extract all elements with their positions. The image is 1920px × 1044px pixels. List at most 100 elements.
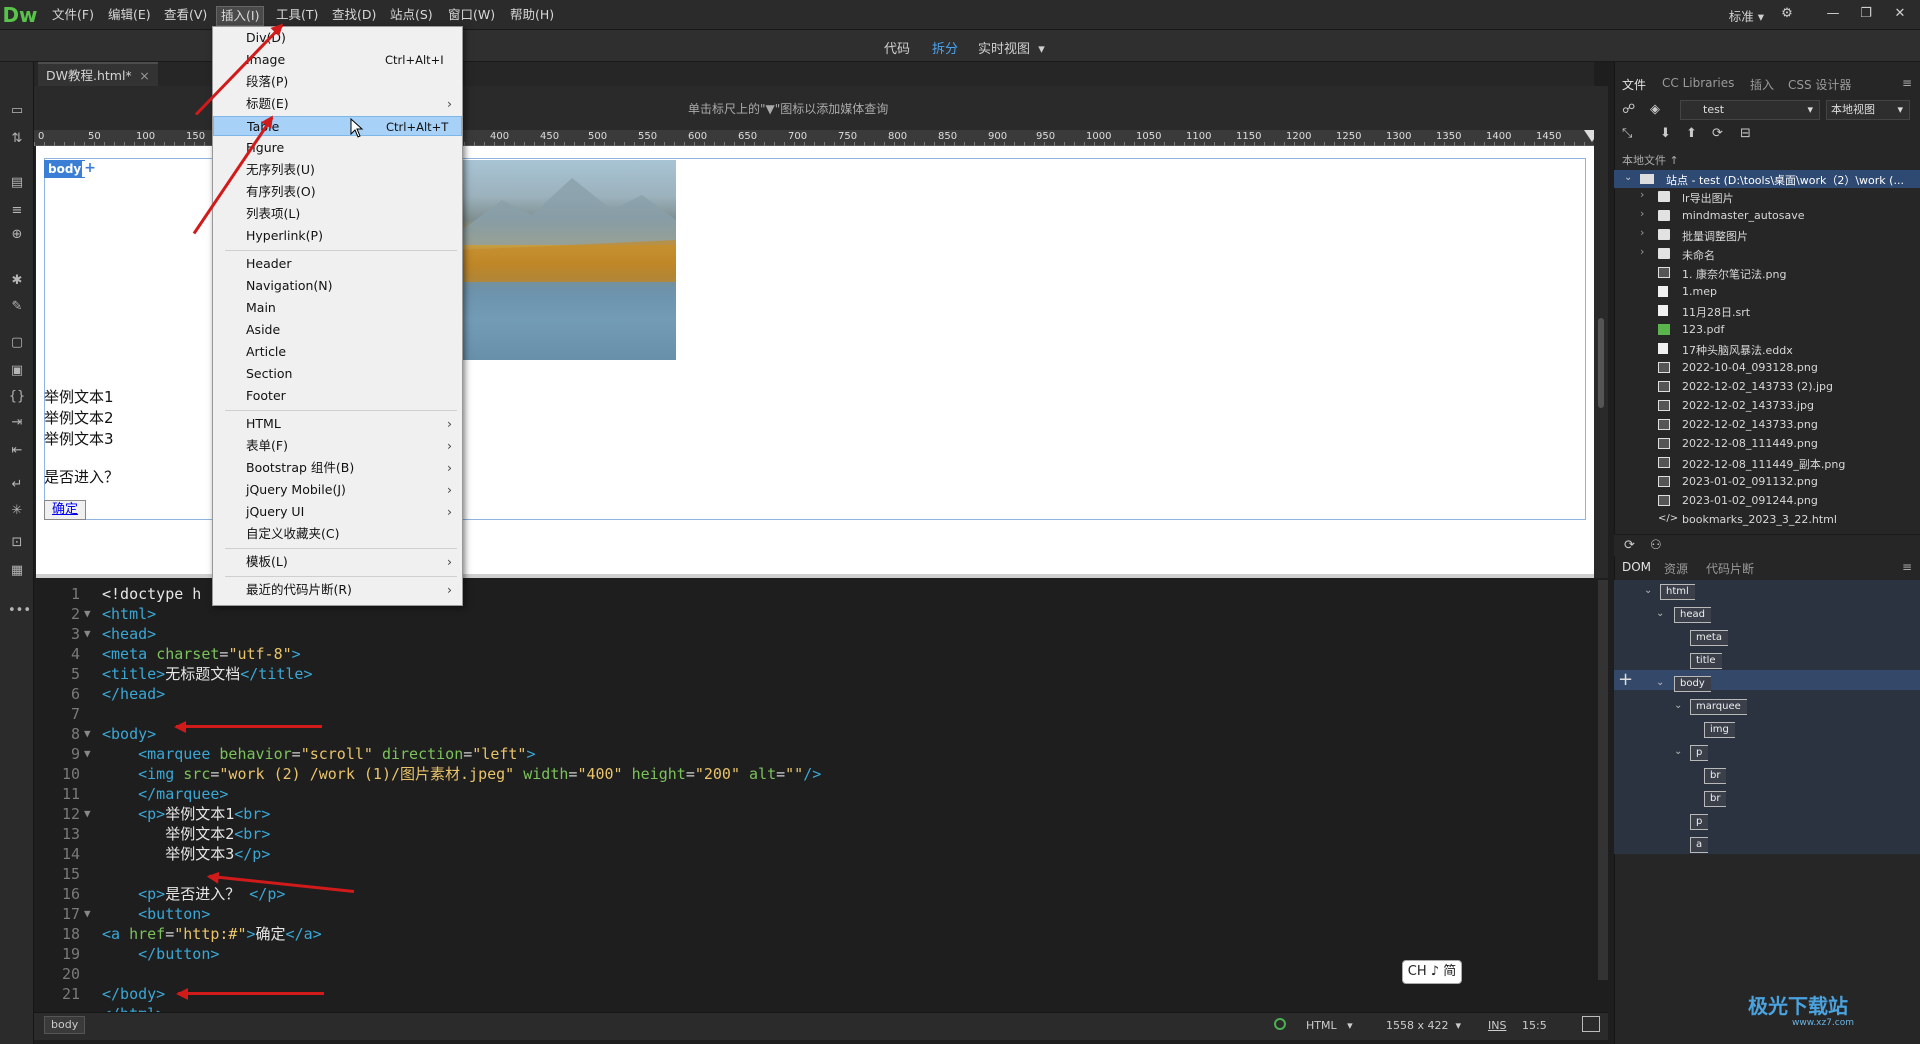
insert-menu-item[interactable]: 无序列表(U) — [213, 160, 462, 180]
settings-gear-icon[interactable]: ⚙ — [1772, 4, 1802, 24]
file-row[interactable]: › mindmaster_autosave — [1614, 207, 1920, 226]
insert-menu-item[interactable]: Section — [213, 364, 462, 384]
menu-8[interactable]: 窗口(W) — [444, 6, 499, 26]
code-line[interactable]: 20 — [34, 964, 1604, 984]
code-line[interactable]: 2 ▼ <html> — [34, 604, 1604, 624]
menu-4[interactable]: 插入(I) — [216, 6, 265, 26]
comment-icon[interactable]: ▢ — [8, 334, 26, 352]
live-view-button[interactable]: 实时视图 ▾ — [978, 38, 1045, 57]
sync-icon[interactable]: ◈ — [1650, 102, 1660, 117]
menu-2[interactable]: 编辑(E) — [104, 6, 155, 26]
code-view-button[interactable]: 代码 — [884, 38, 910, 57]
insert-menu-item[interactable]: 自定义收藏夹(C) — [213, 524, 462, 544]
insert-menu-item[interactable]: 段落(P) — [213, 72, 462, 92]
insert-menu-item[interactable]: Header — [213, 254, 462, 274]
add-element-icon[interactable]: + — [1618, 669, 1633, 690]
file-row[interactable]: 17种头脑风暴法.eddx — [1614, 340, 1920, 359]
ime-indicator[interactable]: CH ♪ 简 — [1402, 960, 1462, 984]
dom-panel-menu-icon[interactable]: ≡ — [1902, 560, 1912, 574]
put-files-icon[interactable]: ⬆ — [1686, 126, 1697, 141]
fold-toggle-icon[interactable]: ▼ — [84, 804, 91, 824]
indent-icon[interactable]: ⇥ — [8, 414, 26, 432]
chevron-right-icon[interactable]: › — [1640, 245, 1644, 258]
insert-menu-item[interactable]: 有序列表(O) — [213, 182, 462, 202]
file-row[interactable]: › lr导出图片 — [1614, 188, 1920, 207]
chevron-down-icon[interactable]: ⌄ — [1644, 585, 1652, 596]
language-select[interactable]: HTML ▾ — [1306, 1019, 1353, 1032]
dom-tree[interactable] — [1614, 580, 1920, 854]
code-line[interactable]: 11 </marquee> — [34, 784, 1604, 804]
panel-tab[interactable]: CSS 设计器 — [1788, 76, 1851, 93]
live-code-icon[interactable]: ▤ — [8, 174, 26, 192]
dom-node[interactable]: body — [1674, 676, 1711, 692]
panel-menu-icon[interactable]: ≡ — [1902, 76, 1912, 90]
panel-tab[interactable]: CC Libraries — [1662, 76, 1734, 90]
dom-panel-tab[interactable]: 代码片断 — [1706, 560, 1754, 577]
site-view-icon[interactable]: ⊟ — [1740, 126, 1751, 141]
fold-toggle-icon[interactable]: ▼ — [84, 724, 91, 744]
file-row[interactable]: › 批量调整图片 — [1614, 226, 1920, 245]
refresh-icon[interactable]: ⟳ — [1712, 126, 1723, 141]
dom-node[interactable]: br — [1704, 791, 1727, 807]
file-row[interactable]: 2023-01-02_091132.png — [1614, 473, 1920, 492]
code-line[interactable]: 19 </button> — [34, 944, 1604, 964]
open-document-icon[interactable]: ▭ — [8, 102, 26, 120]
dom-node[interactable]: title — [1690, 653, 1722, 669]
braces-icon[interactable]: {} — [8, 388, 26, 406]
wrap-tag-icon[interactable]: ▣ — [8, 362, 26, 380]
insert-menu-item[interactable]: Bootstrap 组件(B) › — [213, 458, 462, 478]
snippet-icon[interactable]: ⊡ — [8, 534, 26, 552]
no-errors-icon[interactable] — [1274, 1018, 1286, 1030]
file-row[interactable]: 11月28日.srt — [1614, 302, 1920, 321]
insert-menu-item[interactable]: 表单(F) › — [213, 436, 462, 456]
format-source-icon[interactable]: ≡ — [8, 202, 26, 220]
dom-panel-tab[interactable]: DOM — [1622, 560, 1651, 574]
lake-mountain-image[interactable] — [462, 160, 676, 360]
file-row[interactable]: 1.mep — [1614, 283, 1920, 302]
site-select[interactable]: test ▾ — [1680, 100, 1820, 120]
insert-menu-item[interactable]: Footer — [213, 386, 462, 406]
refresh-icon[interactable]: ⟳ — [1624, 538, 1635, 553]
dom-node[interactable]: head — [1674, 607, 1711, 623]
insert-mode[interactable]: INS — [1488, 1019, 1506, 1032]
insert-menu-item[interactable]: Div(D) — [213, 28, 462, 48]
chevron-right-icon[interactable]: › — [1640, 188, 1644, 201]
code-line[interactable]: 3 ▼ <head> — [34, 624, 1604, 644]
dom-node[interactable]: p — [1690, 745, 1709, 761]
insert-menu-item[interactable]: TableCtrl+Alt+T — [213, 116, 462, 136]
chevron-down-icon[interactable]: ⌄ — [1656, 677, 1664, 688]
file-row[interactable]: 123.pdf — [1614, 321, 1920, 340]
code-line[interactable]: 16 <p>是否进入？ </p> — [34, 884, 1604, 904]
expand-icon[interactable]: ⤡ — [1622, 126, 1632, 141]
fold-toggle-icon[interactable]: ▼ — [84, 604, 91, 624]
file-row[interactable]: 2022-12-08_111449_副本.png — [1614, 454, 1920, 473]
design-scroll-thumb[interactable] — [1598, 318, 1604, 408]
menu-6[interactable]: 查找(D) — [328, 6, 380, 26]
file-row[interactable]: 2022-12-02_143733 (2).jpg — [1614, 378, 1920, 397]
body-tag-badge[interactable]: body — [44, 160, 86, 178]
code-line[interactable]: 17 ▼ <button> — [34, 904, 1604, 924]
code-line[interactable]: 7 — [34, 704, 1604, 724]
window-size-select[interactable]: 1558 x 422 ▾ — [1386, 1019, 1461, 1032]
insert-menu-item[interactable]: 最近的代码片断(R) › — [213, 580, 462, 600]
insert-menu-item[interactable]: Main — [213, 298, 462, 318]
sparkle-icon[interactable]: ✳ — [8, 502, 26, 520]
more-icon[interactable]: ••• — [8, 602, 31, 620]
insert-menu-item[interactable]: 标题(E) › — [213, 94, 462, 114]
code-line[interactable]: 9 ▼ <marquee behavior="scroll" direction=… — [34, 744, 1604, 764]
code-line[interactable]: 12 ▼ <p>举例文本1<br> — [34, 804, 1604, 824]
document-tab[interactable]: DW教程.html* × — [38, 62, 158, 86]
menu-3[interactable]: 查看(V) — [160, 6, 211, 26]
tag-selector[interactable]: body — [44, 1016, 86, 1034]
fold-toggle-icon[interactable]: ▼ — [84, 744, 91, 764]
panel-tab[interactable]: 插入 — [1750, 76, 1774, 93]
close-window-icon[interactable]: ✕ — [1885, 4, 1915, 24]
insert-menu-item[interactable]: HTML › — [213, 414, 462, 434]
file-row[interactable]: 2022-12-08_111449.png — [1614, 435, 1920, 454]
get-files-icon[interactable]: ⬇ — [1660, 126, 1671, 141]
insert-menu-item[interactable]: 列表项(L) — [213, 204, 462, 224]
connect-icon[interactable]: ☍ — [1622, 102, 1635, 117]
insert-menu-item[interactable]: 模板(L) › — [213, 552, 462, 572]
outdent-icon[interactable]: ⇤ — [8, 442, 26, 460]
chevron-down-icon[interactable]: ⌄ — [1656, 608, 1664, 619]
